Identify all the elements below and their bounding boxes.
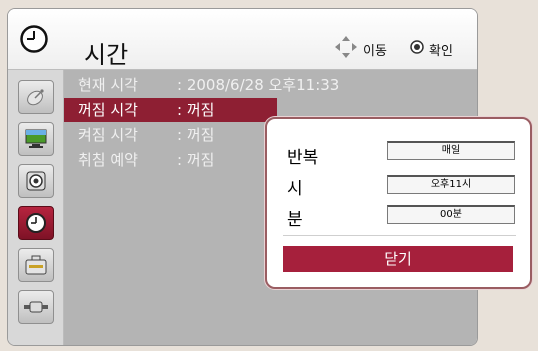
menu-row-off-time[interactable]: 꺼짐 시각 : 꺼짐	[64, 98, 277, 122]
menu-row-label: 현재 시각	[78, 76, 138, 94]
divider	[283, 235, 516, 236]
clock-icon	[20, 25, 48, 53]
repeat-field[interactable]: 매일	[387, 141, 515, 160]
ok-label: 확인	[429, 44, 453, 59]
speaker-icon	[26, 171, 46, 191]
menu-row-value: : 2008/6/28 오후11:33	[177, 76, 340, 94]
off-time-popup: 반복 매일 시 오후11시 분 00분 닫기	[265, 117, 532, 289]
hour-label: 시	[287, 179, 303, 199]
minute-field[interactable]: 00분	[387, 205, 515, 224]
menu-row-label: 켜짐 시각	[78, 126, 138, 144]
category-sidebar	[8, 70, 64, 345]
close-button[interactable]: 닫기	[283, 246, 513, 272]
menu-row-value: : 꺼짐	[177, 126, 215, 144]
sidebar-item-audio[interactable]	[18, 164, 54, 198]
menu-row-current-time[interactable]: 현재 시각 : 2008/6/28 오후11:33	[64, 73, 339, 97]
header: 시간 이동 확인	[8, 9, 477, 70]
minute-label: 분	[287, 210, 303, 230]
sidebar-item-time[interactable]	[18, 206, 54, 240]
monitor-icon	[25, 129, 47, 148]
menu-row-label: 꺼짐 시각	[78, 101, 138, 119]
sidebar-item-setup[interactable]	[18, 248, 54, 282]
input-plug-icon	[24, 301, 48, 313]
menu-row-on-time[interactable]: 켜짐 시각 : 꺼짐	[64, 123, 277, 147]
satellite-dish-icon	[27, 89, 44, 106]
sidebar-item-channel[interactable]	[18, 80, 54, 114]
sidebar-item-picture[interactable]	[18, 122, 54, 156]
clock-icon	[26, 213, 46, 233]
menu-row-sleep-timer[interactable]: 취침 예약 : 꺼짐	[64, 148, 277, 172]
sidebar-item-input[interactable]	[18, 290, 54, 324]
toolbox-icon	[25, 255, 47, 275]
menu-row-value: : 꺼짐	[177, 151, 215, 169]
repeat-label: 반복	[287, 148, 319, 168]
move-label: 이동	[363, 44, 387, 59]
ok-button-icon	[410, 40, 424, 54]
hour-field[interactable]: 오후11시	[387, 175, 515, 194]
page-title: 시간	[84, 41, 129, 69]
menu-row-value: : 꺼짐	[177, 101, 215, 119]
move-arrows-icon	[335, 36, 357, 58]
menu-row-label: 취침 예약	[78, 151, 138, 169]
